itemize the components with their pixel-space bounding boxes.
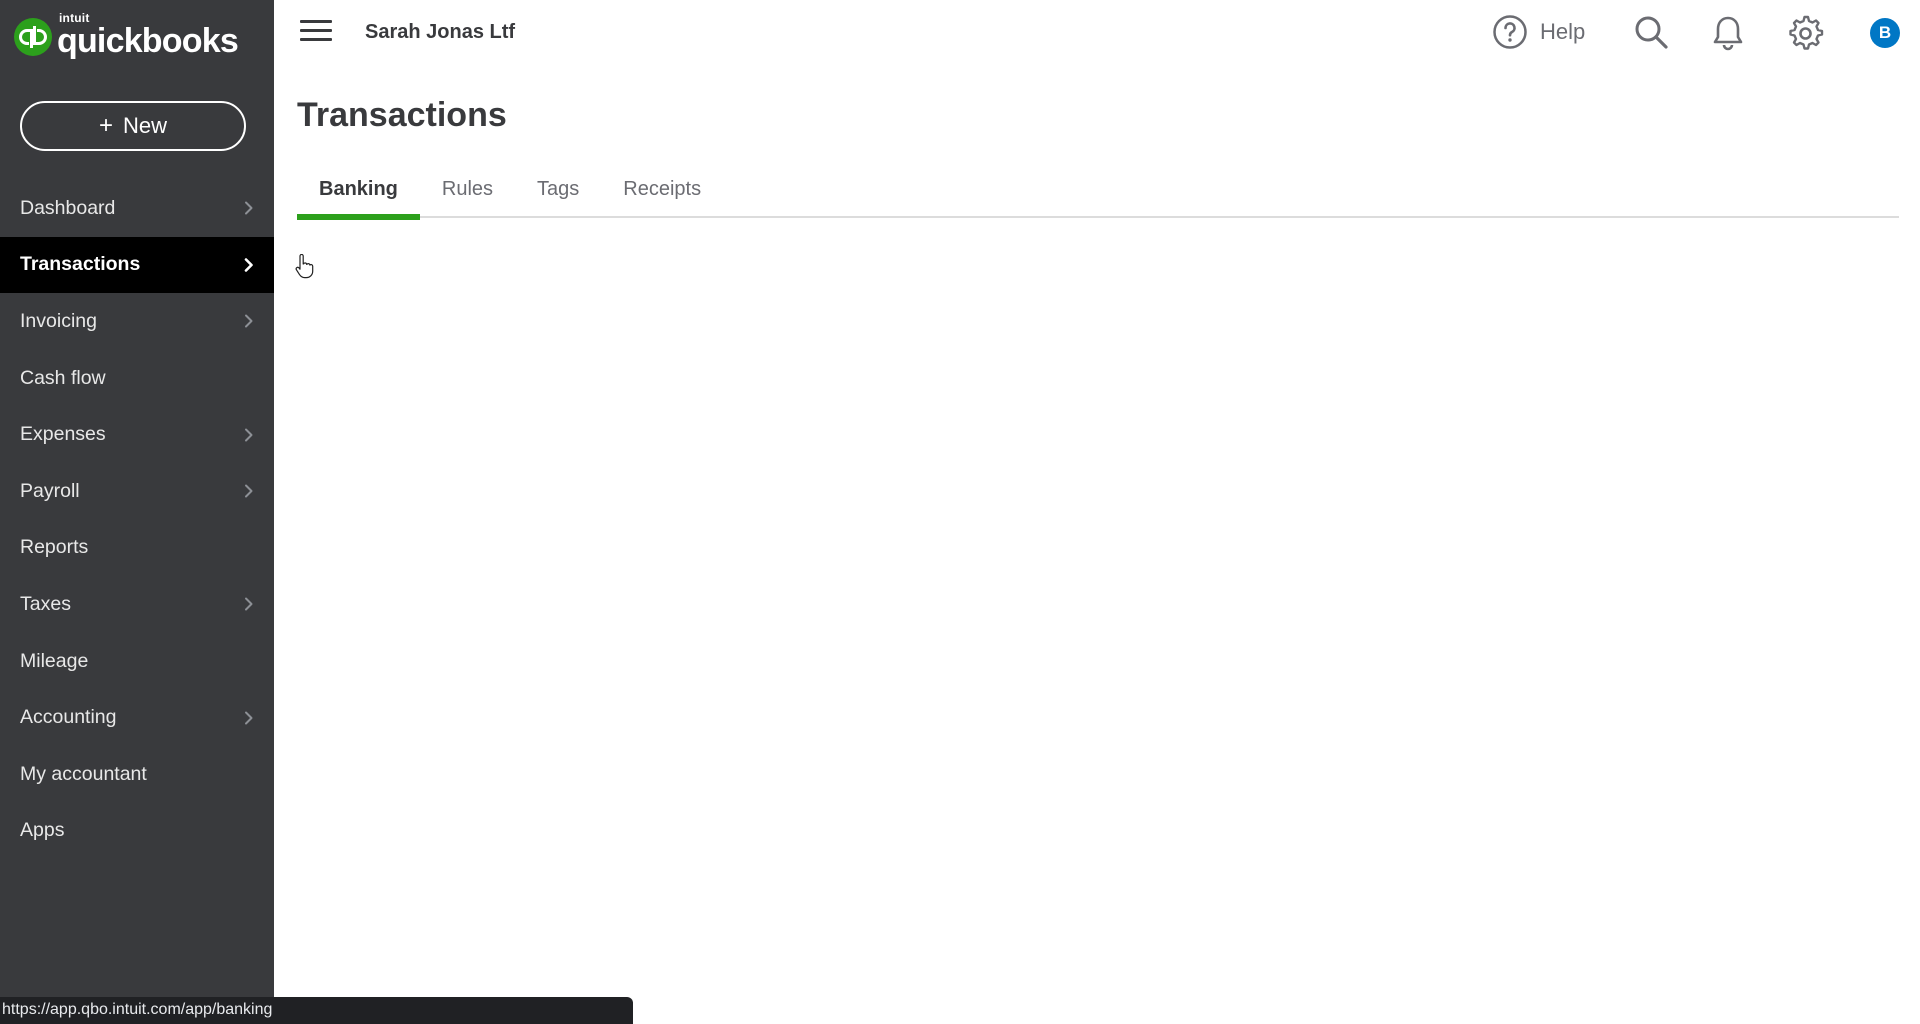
new-button-label: New [123, 113, 168, 138]
bell-icon[interactable] [1710, 14, 1746, 52]
sidebar-item-accounting[interactable]: Accounting [0, 689, 274, 746]
logo-wordmark: quickbooks [57, 22, 239, 60]
logo-intuit-text: intuit [59, 11, 90, 25]
sidebar-item-label: My accountant [20, 762, 147, 785]
sidebar-item-my-accountant[interactable]: My accountant [0, 746, 274, 803]
chevron-right-icon [244, 484, 254, 498]
tab-tags[interactable]: Tags [515, 170, 601, 218]
quickbooks-logo-icon [14, 18, 52, 56]
top-header: Sarah Jonas Ltf Help B [274, 0, 1920, 66]
help-label: Help [1540, 19, 1586, 44]
page-title: Transactions [297, 96, 507, 134]
sidebar-item-label: Accounting [20, 706, 117, 729]
sidebar-item-taxes[interactable]: Taxes [0, 576, 274, 633]
menu-icon[interactable] [300, 20, 332, 44]
hand-cursor-icon [295, 254, 314, 279]
sidebar: intuit quickbooks + New Dashboard Transac… [0, 0, 274, 1024]
company-name: Sarah Jonas Ltf [365, 21, 516, 43]
sidebar-item-cash-flow[interactable]: Cash flow [0, 350, 274, 407]
sidebar-nav: Dashboard Transactions Invoicing Cash flow E… [0, 180, 274, 859]
tab-bar: Banking Rules Tags Receipts [297, 170, 1899, 220]
sidebar-item-dashboard[interactable]: Dashboard [0, 180, 274, 237]
sidebar-item-expenses[interactable]: Expenses [0, 406, 274, 463]
quickbooks-logo[interactable]: intuit quickbooks [14, 11, 239, 60]
tab-banking[interactable]: Banking [297, 170, 420, 220]
sidebar-item-label: Taxes [20, 592, 71, 615]
sidebar-item-label: Payroll [20, 479, 80, 502]
sidebar-item-label: Mileage [20, 649, 89, 672]
chevron-right-icon [244, 597, 254, 611]
sidebar-item-payroll[interactable]: Payroll [0, 463, 274, 520]
chevron-right-icon [244, 711, 254, 725]
chevron-right-icon [244, 428, 254, 442]
search-icon[interactable] [1633, 14, 1669, 50]
sidebar-item-label: Expenses [20, 423, 106, 446]
tab-rules[interactable]: Rules [420, 170, 515, 218]
sidebar-item-reports[interactable]: Reports [0, 520, 274, 577]
plus-icon: + [98, 112, 113, 139]
sidebar-item-transactions[interactable]: Transactions [0, 236, 274, 294]
sidebar-item-label: Apps [20, 819, 65, 842]
new-button[interactable]: + New [20, 101, 246, 151]
tab-receipts[interactable]: Receipts [601, 170, 723, 218]
app-root: intuit quickbooks + New Dashboard Transac… [0, 0, 1920, 1024]
chevron-right-icon [244, 258, 254, 272]
sidebar-item-label: Cash flow [20, 366, 106, 389]
status-bar-url: https://app.qbo.intuit.com/app/banking [0, 997, 633, 1024]
gear-icon[interactable] [1786, 14, 1824, 52]
help-icon [1493, 15, 1527, 49]
sidebar-item-invoicing[interactable]: Invoicing [0, 293, 274, 350]
avatar[interactable]: B [1870, 18, 1900, 48]
sidebar-item-label: Reports [20, 536, 89, 559]
sidebar-item-mileage[interactable]: Mileage [0, 633, 274, 690]
chevron-right-icon [244, 201, 254, 215]
sidebar-item-label: Dashboard [20, 196, 116, 219]
sidebar-item-apps[interactable]: Apps [0, 803, 274, 860]
chevron-right-icon [244, 314, 254, 328]
sidebar-item-label: Invoicing [20, 309, 97, 332]
sidebar-item-label: Transactions [20, 253, 141, 276]
help-button[interactable]: Help [1492, 14, 1585, 50]
